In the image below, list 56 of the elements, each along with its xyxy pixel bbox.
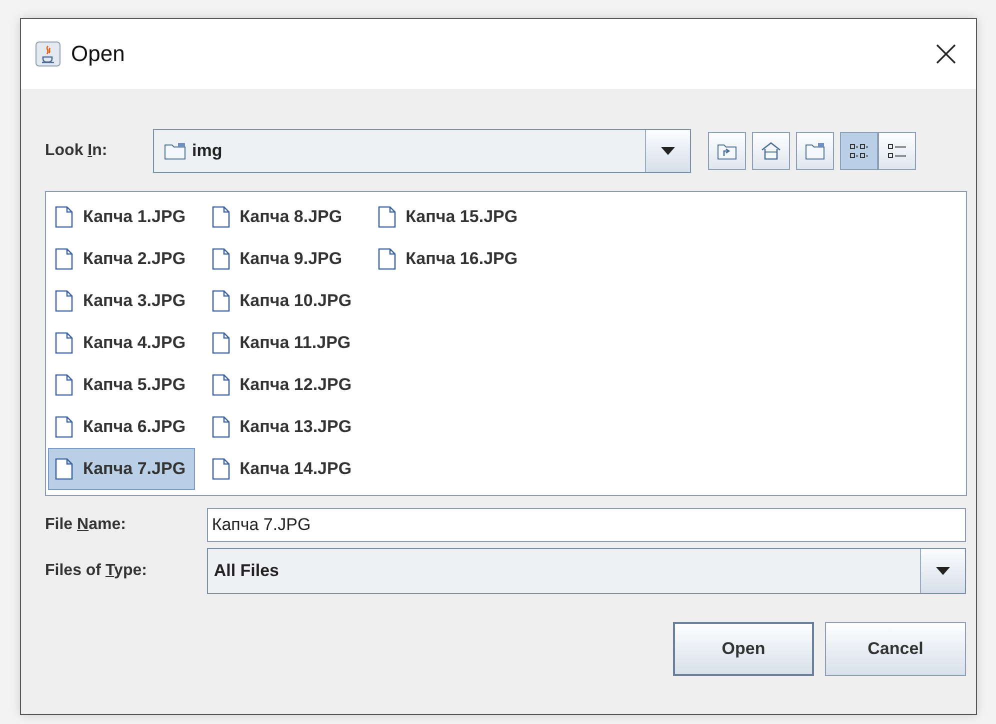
- up-folder-icon: [717, 142, 737, 160]
- home-icon: [761, 141, 781, 161]
- file-type-dropdown[interactable]: All Files: [206, 548, 966, 594]
- file-item[interactable]: Капча 14.JPG: [204, 448, 361, 490]
- file-item[interactable]: Капча 2.JPG: [48, 238, 195, 280]
- file-item[interactable]: Капча 12.JPG: [204, 364, 361, 406]
- cup-icon: [35, 41, 61, 67]
- list-view-icon: [849, 142, 869, 160]
- file-item[interactable]: Капча 3.JPG: [48, 280, 195, 322]
- file-item[interactable]: Капча 8.JPG: [204, 196, 361, 238]
- look-in-value: img: [192, 141, 224, 161]
- list-view-button[interactable]: [840, 132, 878, 170]
- file-icon: [212, 290, 230, 312]
- file-item[interactable]: Капча 6.JPG: [48, 406, 195, 448]
- details-view-icon: [887, 142, 907, 160]
- file-icon: [55, 206, 73, 228]
- file-icon: [212, 206, 230, 228]
- file-type-value: All Files: [214, 561, 280, 581]
- cancel-button[interactable]: Cancel: [825, 622, 966, 676]
- file-item[interactable]: Капча 4.JPG: [48, 322, 195, 364]
- look-in-label: Look In:: [45, 142, 108, 160]
- home-button[interactable]: [752, 132, 790, 170]
- file-icon: [55, 248, 73, 270]
- new-folder-icon: [805, 142, 825, 160]
- window-title: Open: [71, 41, 126, 67]
- file-icon: [55, 416, 73, 438]
- file-icon: [212, 458, 230, 480]
- close-icon[interactable]: [936, 44, 956, 64]
- file-item[interactable]: Капча 5.JPG: [48, 364, 195, 406]
- file-icon: [212, 374, 230, 396]
- file-icon: [55, 374, 73, 396]
- file-item[interactable]: Капча 1.JPG: [48, 196, 195, 238]
- open-button[interactable]: Open: [673, 622, 814, 676]
- file-item[interactable]: Капча 16.JPG: [370, 238, 527, 280]
- look-in-dropdown[interactable]: img: [153, 129, 691, 173]
- file-name-field[interactable]: Капча 7.JPG: [206, 508, 966, 542]
- file-item[interactable]: Капча 7.JPG: [48, 448, 195, 490]
- file-icon: [212, 416, 230, 438]
- file-icon: [378, 248, 396, 270]
- folder-icon: [164, 142, 186, 160]
- file-item[interactable]: Капча 10.JPG: [204, 280, 361, 322]
- file-icon: [212, 332, 230, 354]
- details-view-button[interactable]: [878, 132, 916, 170]
- up-folder-button[interactable]: [708, 132, 746, 170]
- file-name-label: File Name:: [45, 516, 127, 534]
- file-icon: [378, 206, 396, 228]
- file-icon: [55, 290, 73, 312]
- file-icon: [55, 458, 73, 480]
- file-item[interactable]: Капча 11.JPG: [204, 322, 361, 364]
- file-icon: [212, 248, 230, 270]
- new-folder-button[interactable]: [796, 132, 834, 170]
- file-item[interactable]: Капча 13.JPG: [204, 406, 361, 448]
- files-of-type-label: Files of Type:: [45, 562, 148, 580]
- file-item[interactable]: Капча 9.JPG: [204, 238, 361, 280]
- file-icon: [55, 332, 73, 354]
- file-item[interactable]: Капча 15.JPG: [370, 196, 527, 238]
